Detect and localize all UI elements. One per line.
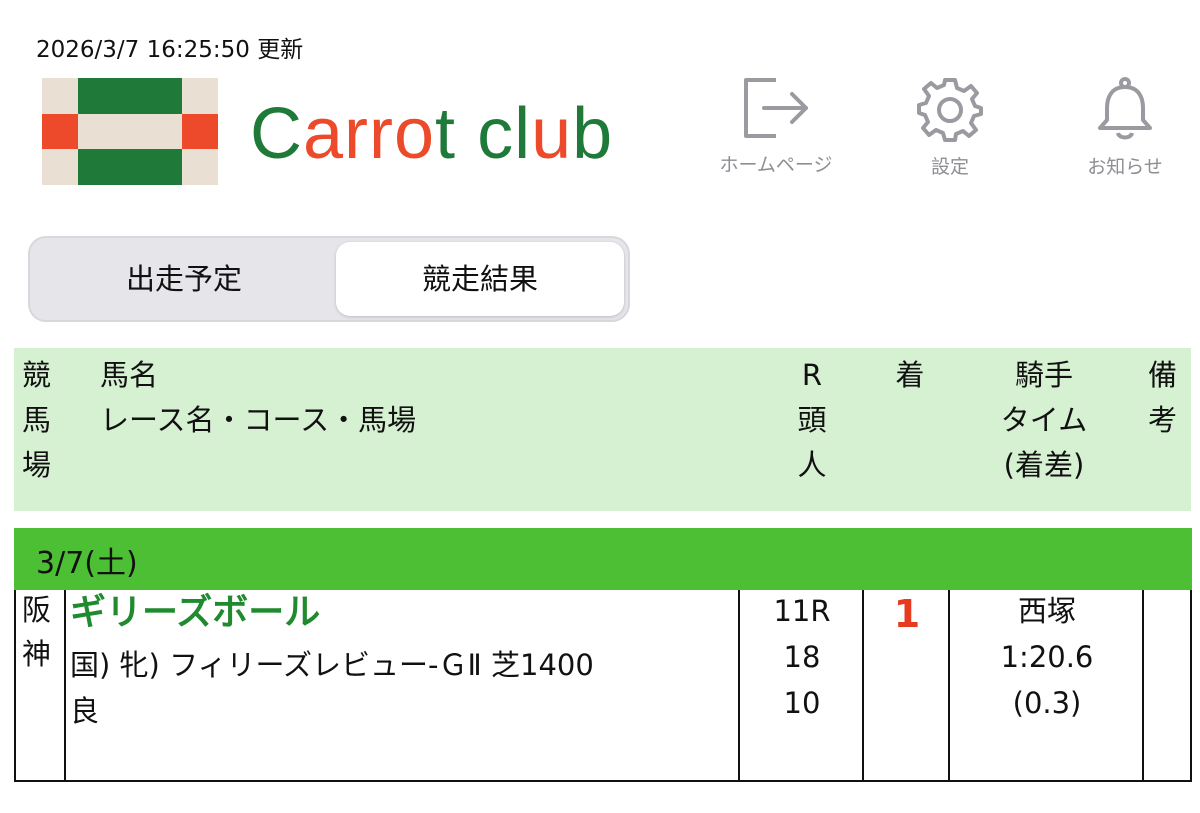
jockey-time-cell: 西塚 1:20.6 (0.3) [1000, 594, 1094, 720]
notice-button[interactable]: お知らせ [1070, 76, 1180, 179]
settings-label: 設定 [930, 156, 969, 178]
notice-label: お知らせ [1087, 156, 1163, 178]
header-horse-race: 馬名 レース名・コース・馬場 [100, 358, 417, 437]
table-row[interactable]: 阪神 ギリーズボール 国) 牝) フィリーズレビュー-ＧⅡ 芝1400 良 11R… [14, 590, 1192, 782]
race-runners-popularity-cell: 11R 18 10 [773, 594, 831, 720]
finish-position: 1 [893, 592, 921, 636]
header-venue: 競馬場 [22, 358, 52, 482]
race-info: 国) 牝) フィリーズレビュー-ＧⅡ 芝1400 良 [70, 648, 594, 728]
header-race-runners-popularity: R頭人 [797, 358, 827, 482]
view-segmented-control: 出走予定 競走結果 [28, 236, 630, 322]
gear-icon [917, 78, 983, 142]
homepage-button[interactable]: ホームページ [716, 76, 836, 177]
date-band: 3/7(土) [14, 528, 1192, 590]
venue-cell: 阪神 [22, 593, 52, 671]
exit-arrow-icon [744, 78, 808, 138]
race-date: 3/7(土) [36, 546, 138, 581]
table-header: 競馬場 馬名 レース名・コース・馬場 R頭人 着 騎手 タイム (着差) 備考 [14, 348, 1191, 511]
homepage-label: ホームページ [719, 154, 833, 176]
tab-results[interactable]: 競走結果 [336, 242, 624, 316]
header-note: 備考 [1148, 358, 1178, 437]
tab-scheduled[interactable]: 出走予定 [34, 242, 334, 316]
horse-name-link[interactable]: ギリーズボール [70, 588, 320, 638]
brand-logo-text: Carrot club [250, 94, 614, 174]
header-jockey-time: 騎手 タイム (着差) [1000, 358, 1088, 482]
club-flag-logo [42, 78, 218, 185]
bell-icon [1098, 77, 1152, 140]
settings-button[interactable]: 設定 [900, 76, 1000, 179]
update-timestamp: 2026/3/7 16:25:50 更新 [36, 37, 304, 63]
header-finish: 着 [895, 358, 925, 392]
